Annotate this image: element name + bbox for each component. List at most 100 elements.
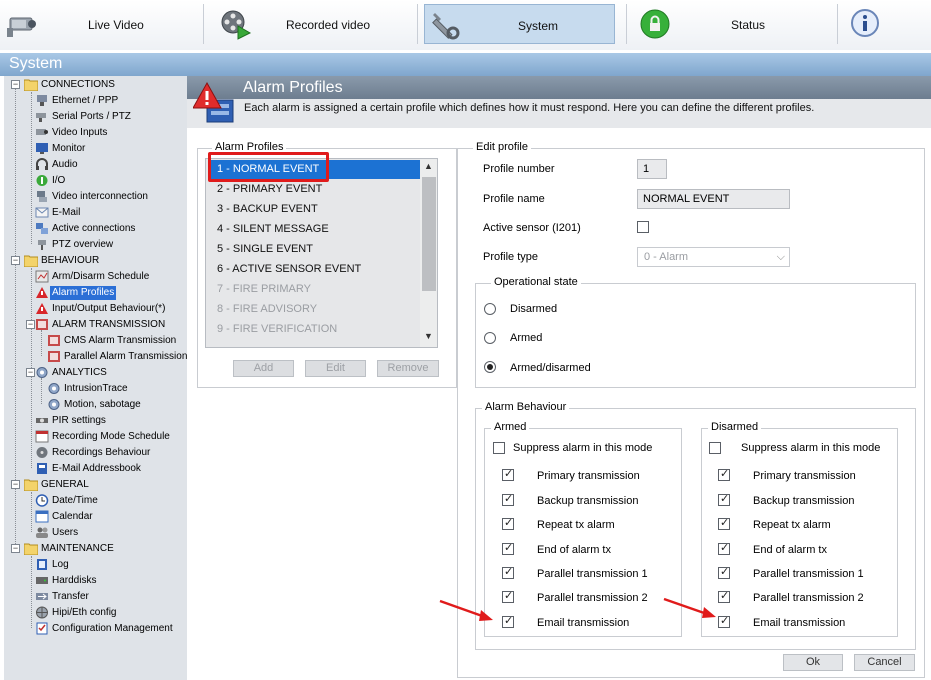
armed-disarmed-radio-label: Armed/disarmed bbox=[510, 362, 591, 374]
alarm-behaviour-legend: Alarm Behaviour bbox=[482, 401, 570, 413]
headphones-icon bbox=[36, 158, 48, 170]
disarmed-option-label: Primary transmission bbox=[753, 470, 856, 482]
sidebar-tree: − CONNECTIONS Ethernet / PPP Serial Port… bbox=[4, 76, 187, 680]
edit-profile-button[interactable]: Edit bbox=[305, 360, 366, 377]
wrench-icon bbox=[432, 13, 460, 40]
collapse-analytics-toggle[interactable]: − bbox=[26, 368, 35, 377]
edit-profile-legend: Edit profile bbox=[473, 141, 531, 153]
scrollbar-thumb[interactable] bbox=[422, 177, 436, 291]
lock-icon bbox=[640, 9, 670, 39]
armed-primary-transmission-checkbox[interactable] bbox=[502, 467, 514, 481]
chevron-down-icon: ⌵ bbox=[776, 251, 785, 263]
armed-parallel-transmission-2-checkbox[interactable] bbox=[502, 589, 514, 603]
active-sensor-checkbox[interactable] bbox=[637, 221, 649, 233]
tab-recorded-video[interactable]: Recorded video bbox=[210, 4, 415, 44]
calendar-12-icon bbox=[35, 430, 49, 443]
add-profile-button[interactable]: Add bbox=[233, 360, 294, 377]
profiles-scrollbar[interactable]: ▲ ▼ bbox=[420, 159, 437, 347]
list-item[interactable]: 5 - SINGLE EVENT bbox=[208, 240, 421, 259]
profile-name-label: Profile name bbox=[483, 193, 545, 205]
disarmed-option-label: Parallel transmission 2 bbox=[753, 592, 864, 604]
monitor-icon bbox=[36, 143, 48, 154]
scroll-up-icon[interactable]: ▲ bbox=[423, 161, 434, 173]
collapse-maintenance-toggle[interactable]: − bbox=[11, 544, 20, 553]
list-item[interactable]: 3 - BACKUP EVENT bbox=[208, 200, 421, 219]
armed-behaviour-group: Armed bbox=[484, 421, 682, 637]
cms-transmission-icon bbox=[48, 335, 60, 346]
tab-status[interactable]: Status bbox=[632, 4, 835, 44]
armed-option-label: Email transmission bbox=[537, 617, 630, 629]
ptz-camera-icon bbox=[36, 113, 46, 122]
profiles-listbox[interactable]: 1 - NORMAL EVENT 2 - PRIMARY EVENT 3 - B… bbox=[205, 158, 438, 348]
disarmed-parallel-transmission-1-checkbox[interactable] bbox=[718, 565, 730, 579]
list-item[interactable]: 2 - PRIMARY EVENT bbox=[208, 180, 421, 199]
profile-name-field[interactable]: NORMAL EVENT bbox=[637, 189, 790, 209]
cancel-button[interactable]: Cancel bbox=[854, 654, 915, 671]
collapse-connections-toggle[interactable]: − bbox=[11, 80, 20, 89]
disarmed-radio[interactable] bbox=[484, 303, 496, 315]
tab-recorded-video-label: Recorded video bbox=[286, 18, 371, 32]
ptz-icon bbox=[38, 240, 46, 250]
ok-button[interactable]: Ok bbox=[783, 654, 843, 671]
armed-parallel-transmission-1-checkbox[interactable] bbox=[502, 565, 514, 579]
armed-option-label: End of alarm tx bbox=[537, 544, 611, 556]
armed-option-label: Parallel transmission 1 bbox=[537, 568, 648, 580]
profile-type-value: 0 - Alarm bbox=[644, 251, 689, 263]
list-item[interactable]: 4 - SILENT MESSAGE bbox=[208, 220, 421, 239]
armed-suppress-checkbox[interactable] bbox=[493, 442, 505, 454]
collapse-behaviour-toggle[interactable]: − bbox=[11, 256, 20, 265]
nav-divider bbox=[417, 4, 418, 44]
collapse-alarm-transmission-toggle[interactable]: − bbox=[26, 320, 35, 329]
armed-suppress-label: Suppress alarm in this mode bbox=[513, 442, 653, 454]
warning-icon bbox=[36, 303, 48, 314]
profile-number-field[interactable]: 1 bbox=[637, 159, 667, 179]
collapse-general-toggle[interactable]: − bbox=[11, 480, 20, 489]
annotation-highlight-box bbox=[208, 152, 329, 182]
disarmed-option-label: Email transmission bbox=[753, 617, 846, 629]
list-item[interactable]: 9 - FIRE VERIFICATION bbox=[208, 320, 421, 339]
disarmed-suppress-checkbox[interactable] bbox=[709, 442, 721, 454]
alarm-transmission-icon bbox=[36, 319, 48, 330]
tab-status-label: Status bbox=[731, 18, 766, 32]
disarmed-backup-transmission-checkbox[interactable] bbox=[718, 492, 730, 506]
io-icon bbox=[36, 175, 48, 186]
armed-email-transmission-checkbox[interactable] bbox=[502, 614, 514, 628]
disarmed-end-of-alarm-tx-checkbox[interactable] bbox=[718, 541, 730, 555]
tab-live-video[interactable]: Live Video bbox=[4, 4, 200, 44]
tree-guide-line bbox=[31, 92, 32, 244]
armed-option-label: Repeat tx alarm bbox=[537, 519, 615, 531]
armed-radio[interactable] bbox=[484, 332, 496, 344]
page-title: Alarm Profiles bbox=[243, 79, 343, 96]
pir-sensor-icon bbox=[36, 418, 48, 423]
armed-backup-transmission-checkbox[interactable] bbox=[502, 492, 514, 506]
intrusion-gear-icon bbox=[48, 383, 60, 394]
list-item[interactable]: 7 - FIRE PRIMARY bbox=[208, 280, 421, 299]
alarm-profile-icon bbox=[36, 287, 48, 298]
remove-profile-button[interactable]: Remove bbox=[377, 360, 439, 377]
tab-live-video-label: Live Video bbox=[88, 18, 144, 32]
nav-divider bbox=[626, 4, 627, 44]
armed-disarmed-radio[interactable] bbox=[484, 361, 496, 373]
page-header: Alarm Profiles Each alarm is assigned a … bbox=[187, 76, 931, 128]
section-title-bar: System bbox=[0, 53, 931, 76]
list-item[interactable]: 6 - ACTIVE SENSOR EVENT bbox=[208, 260, 421, 279]
disarmed-repeat-tx-alarm-checkbox[interactable] bbox=[718, 516, 730, 530]
folder-icon bbox=[24, 543, 38, 555]
scroll-down-icon[interactable]: ▼ bbox=[423, 331, 434, 343]
armed-repeat-tx-alarm-checkbox[interactable] bbox=[502, 516, 514, 530]
info-icon bbox=[851, 9, 879, 37]
harddisk-icon bbox=[36, 577, 48, 584]
tab-system[interactable]: System bbox=[424, 4, 615, 44]
tree-guide-line bbox=[41, 378, 42, 404]
transfer-icon bbox=[36, 593, 48, 600]
profile-type-select[interactable]: 0 - Alarm ⌵ bbox=[637, 247, 790, 267]
folder-icon bbox=[24, 79, 38, 91]
connections-icon bbox=[36, 223, 48, 234]
tab-info[interactable] bbox=[845, 4, 905, 44]
armed-end-of-alarm-tx-checkbox[interactable] bbox=[502, 541, 514, 555]
list-item[interactable]: 8 - FIRE ADVISORY bbox=[208, 300, 421, 319]
tree-guide-line bbox=[31, 492, 32, 532]
top-navigation: Live Video Recorded video System Status bbox=[0, 0, 931, 50]
globe-icon bbox=[36, 606, 48, 619]
disarmed-primary-transmission-checkbox[interactable] bbox=[718, 467, 730, 481]
